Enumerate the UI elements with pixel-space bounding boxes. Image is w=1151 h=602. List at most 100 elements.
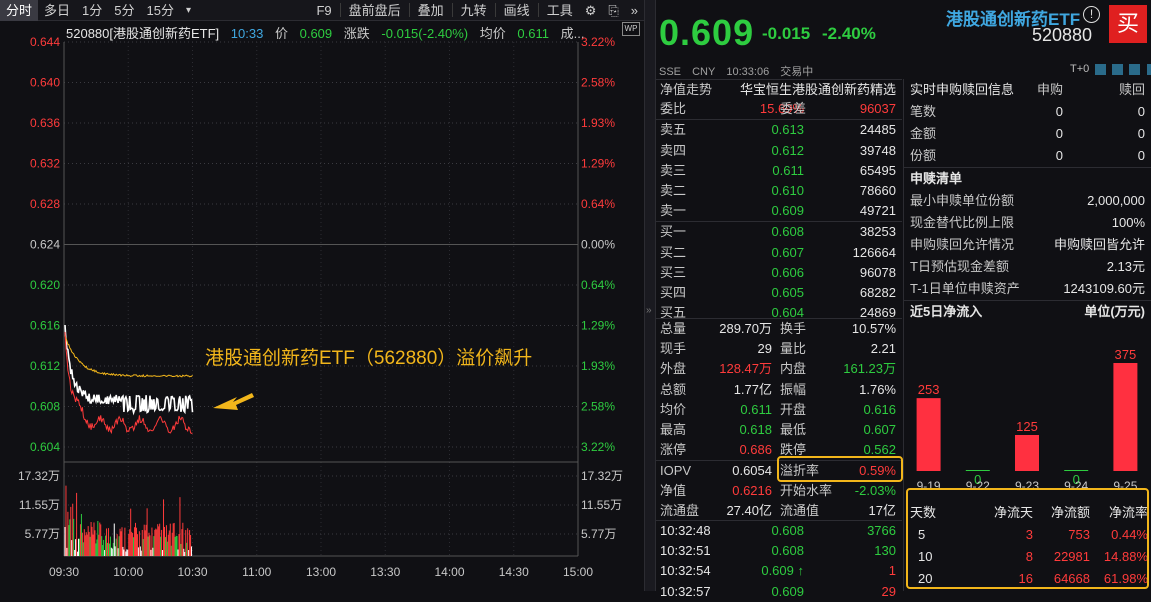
list-value: 1243109.60元 [1063, 281, 1145, 296]
percent-tick: 2.58% [581, 400, 615, 414]
level-price: 0.611 [772, 162, 804, 178]
quote-time: 10:33:06 [726, 66, 770, 78]
stat-row: 现手 29 量比 2.21 [656, 339, 902, 359]
list-row: 申购赎回允许情况 申购赎回皆允许 [904, 234, 1151, 256]
subscribe-value: 0 [1055, 126, 1063, 141]
trade-time: 10:32:57 [660, 583, 711, 599]
percent-axis-right: 3.22% 2.58% 1.93% 1.29% 0.64% 0.00% 0.64% 1.29%… [581, 35, 615, 454]
flow5-title: 近5日净流入 [910, 304, 983, 319]
time-tick: 14:30 [499, 565, 529, 579]
list-row: 现金替代比例上限 100% [904, 212, 1151, 234]
level-label: 买四 [660, 284, 687, 300]
stat-row: 最高 0.618 最低 0.607 [656, 420, 902, 440]
trade-row: 10:32:57 0.609 29 [656, 582, 902, 602]
edit-icon[interactable] [1095, 63, 1107, 75]
price-change: -0.015 [762, 24, 811, 43]
list-title: 申赎清单 [910, 171, 963, 186]
menu-icon[interactable] [1146, 63, 1151, 75]
ask-row[interactable]: 卖三 0.611 65495 [656, 161, 902, 181]
level-price: 0.606 [771, 264, 804, 280]
bid-row[interactable]: 买二 0.607 126664 [656, 243, 902, 263]
stat-value: 128.47万 [719, 361, 772, 377]
time-tick: 09:30 [49, 565, 79, 579]
t0-tag: T+0 [1070, 63, 1151, 75]
stat-label: 外盘 [660, 361, 687, 377]
bid-row[interactable]: 买三 0.606 96078 [656, 263, 902, 283]
list-row: T日预估现金差额 2.13元 [904, 256, 1151, 278]
stat-label: 内盘 [780, 361, 807, 377]
percent-tick: 0.64% [581, 197, 615, 211]
stat-value: 0.611 [740, 401, 772, 417]
ask-row[interactable]: 卖五 0.613 24485 [656, 120, 902, 140]
stat-value: 0.6054 [732, 463, 772, 479]
time-tick: 14:00 [434, 565, 464, 579]
stat-label: 最低 [780, 421, 807, 437]
flow5-header: 近5日净流入 单位(万元) [904, 301, 1151, 323]
level-label: 卖五 [660, 122, 687, 138]
stat-value: 289.70万 [719, 321, 772, 336]
nav-trend-link[interactable]: 净值走势 [660, 80, 712, 100]
trade-row: 10:32:51 0.608 130 [656, 541, 902, 561]
info-icon[interactable]: ! [1083, 6, 1100, 23]
chart-annotation: 港股通创新药ETF（562880）溢价飙升 [205, 348, 533, 369]
bid-row[interactable]: 买四 0.605 68282 [656, 283, 902, 303]
alert-icon[interactable] [1112, 63, 1124, 75]
time-tick: 10:00 [113, 565, 143, 579]
redemption-label: 笔数 [910, 104, 937, 119]
collapse-icon[interactable]: » [646, 305, 652, 316]
flow-bar [1113, 363, 1138, 471]
level-price: 0.608 [771, 224, 804, 240]
stat-value: 0.686 [739, 442, 772, 458]
ask-row[interactable]: 卖二 0.610 78660 [656, 181, 902, 201]
wp-icon[interactable]: WP [622, 22, 640, 36]
stat-value: 161.23万 [843, 361, 896, 377]
flow-bar-label: 375 [1115, 347, 1137, 362]
stat-value: 1.76% [859, 381, 896, 397]
ask-row[interactable]: 卖四 0.612 39748 [656, 141, 902, 161]
percent-tick: 0.64% [581, 278, 615, 292]
time-tick: 13:30 [370, 565, 400, 579]
price-lines [64, 324, 194, 435]
level-volume: 38253 [859, 224, 896, 240]
bids-list: 买一 0.608 38253 买二 0.607 126664 买三 0.606 96078 买四 0… [656, 222, 902, 323]
order-ratio-row: 委比 15.69% 委差 96037 [656, 99, 902, 119]
level-label: 买二 [660, 244, 687, 260]
stat-label: 开盘 [780, 401, 807, 417]
level-price: 0.613 [771, 122, 804, 138]
tick-trades[interactable]: 10:32:48 0.608 3766 10:32:51 0.608 130 10:32:5… [656, 520, 902, 602]
redemption-label: 金额 [910, 126, 937, 141]
level-volume: 68282 [859, 284, 896, 300]
redeem-value: 0 [1137, 126, 1145, 141]
level-label: 卖三 [660, 162, 687, 178]
level-volume: 24485 [859, 122, 896, 138]
stat-label: 流通值 [780, 502, 820, 518]
diff-value: 96037 [859, 101, 896, 117]
redemption-header: 实时申购赎回信息 申购 赎回 [904, 79, 1151, 101]
order-book: 净值走势 华宝恒生港股通创新药精选 委比 15.69% 委差 96037 卖五 0… [656, 79, 902, 323]
buy-button[interactable]: 买 [1109, 5, 1147, 43]
list-label: T-1日单位申赎资产 [910, 281, 1020, 296]
percent-tick: 2.58% [581, 76, 615, 90]
index-name[interactable]: 华宝恒生港股通创新药精选 [740, 80, 896, 100]
redemption-row: 金额 0 0 [904, 123, 1151, 145]
trade-volume: 29 [881, 583, 896, 599]
bid-row[interactable]: 买一 0.608 38253 [656, 222, 902, 242]
list-row: 最小申赎单位份额 2,000,000 [904, 190, 1151, 212]
stat-value: 0.607 [863, 421, 896, 437]
intraday-chart[interactable]: 0.644 0.640 0.636 0.632 0.628 0.624 0.620 0.616… [0, 0, 644, 591]
panel-splitter[interactable]: » [644, 0, 656, 591]
percent-tick: 1.29% [581, 157, 615, 171]
redeem-value: 0 [1137, 148, 1145, 163]
trading-status: 交易中 [780, 66, 814, 78]
plus-icon[interactable] [1129, 63, 1141, 75]
volume-tick: 11.55万 [581, 498, 622, 512]
ask-row[interactable]: 卖一 0.609 49721 [656, 201, 902, 221]
percent-tick: 0.00% [581, 238, 615, 252]
list-value: 100% [1111, 215, 1145, 230]
time-axis: 09:30 10:00 10:30 11:00 13:00 13:30 14:00 14:30… [49, 565, 593, 579]
level-volume: 96078 [859, 264, 896, 280]
subscribe-col: 申购 [1036, 82, 1063, 97]
price-change-pct: -2.40% [822, 24, 876, 43]
percent-tick: 3.22% [581, 35, 615, 49]
level-label: 卖二 [660, 182, 687, 198]
